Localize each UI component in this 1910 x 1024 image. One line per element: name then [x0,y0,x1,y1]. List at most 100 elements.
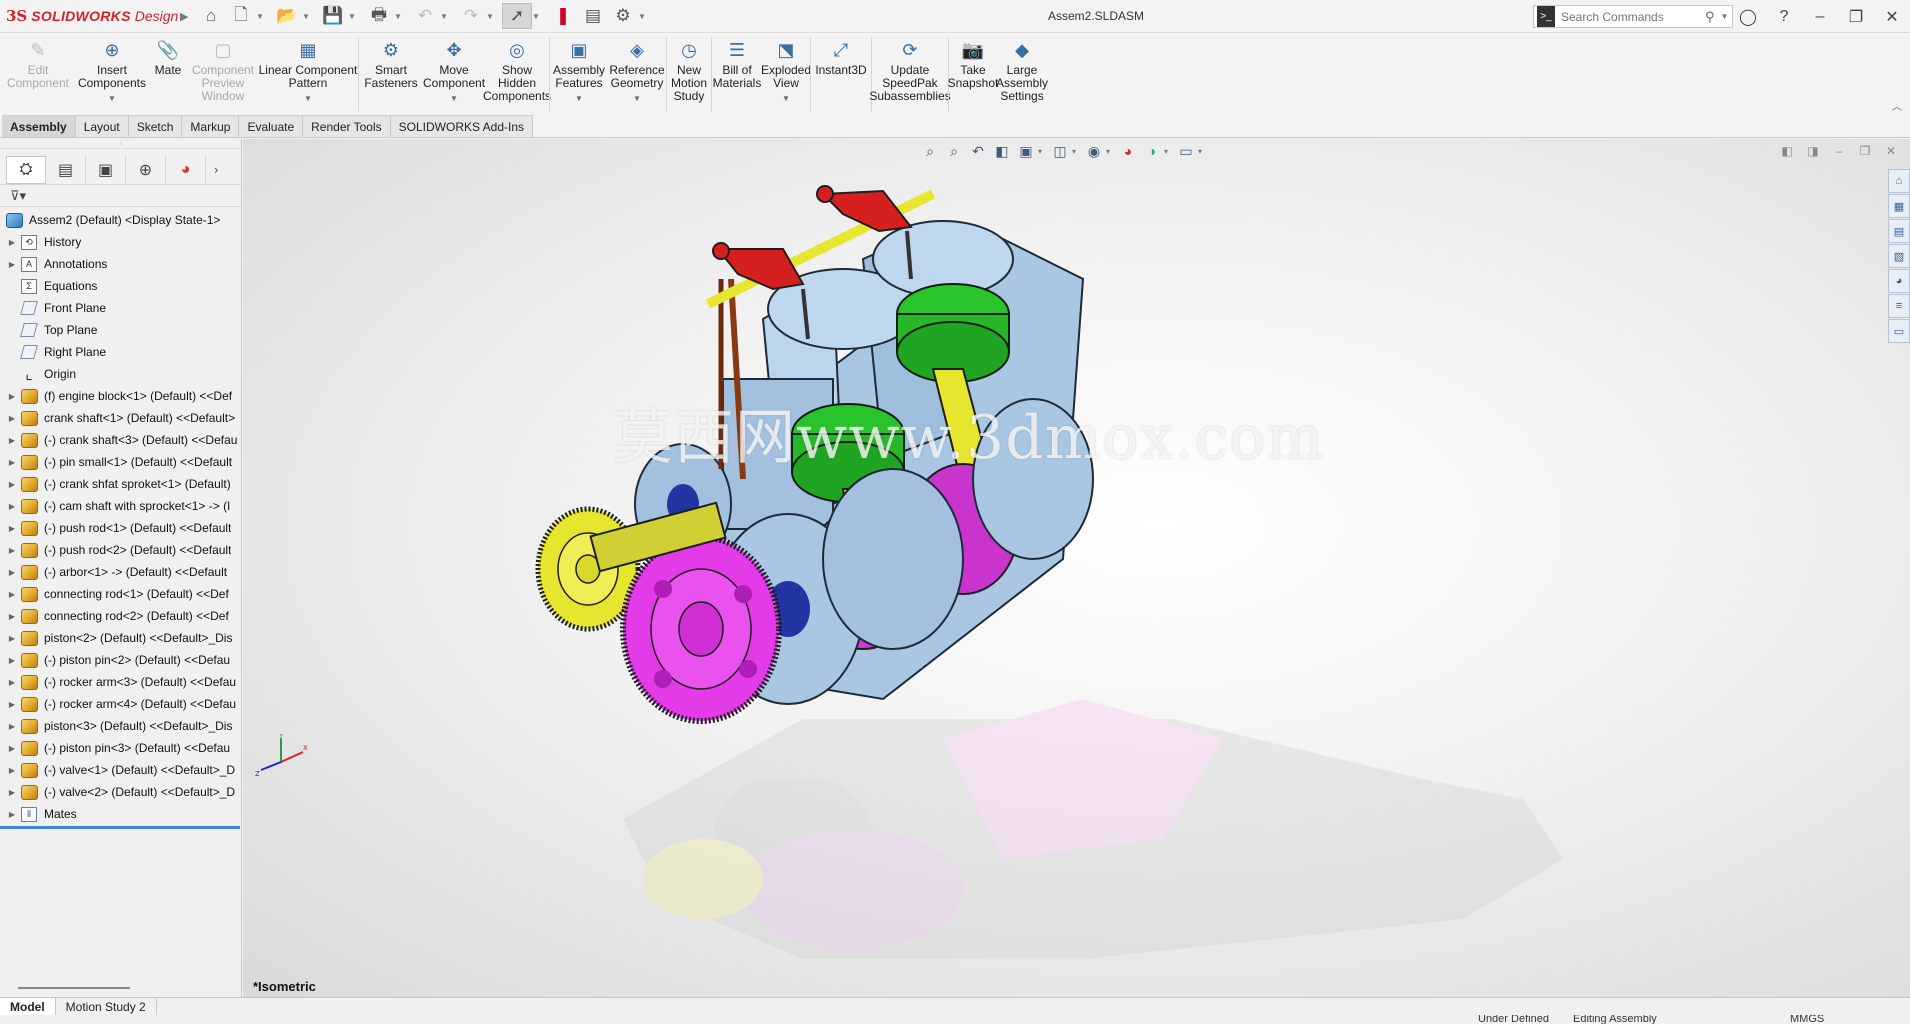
rocker-arm-4[interactable] [816,185,913,233]
tab-layout[interactable]: Layout [75,115,129,137]
select-pointer-icon[interactable]: ➚ [502,3,532,29]
ribbon-dropdown-arrow-icon[interactable]: ▼ [575,92,583,105]
tree-item-top-plane[interactable]: Top Plane [0,319,241,341]
previous-view-icon[interactable]: ↶ [966,140,990,162]
tree-item-component[interactable]: ▶ piston<2> (Default) <<Default>_Dis [0,627,241,649]
tree-item-component[interactable]: ▶ (-) arbor<1> -> (Default) <<Default [0,561,241,583]
undo-dropdown-icon[interactable]: ▼ [440,12,450,21]
ribbon-dropdown-arrow-icon[interactable]: ▼ [782,92,790,105]
expand-arrow-icon[interactable]: ▶ [5,260,19,269]
ribbon-button-11[interactable]: ☰ Bill of Materials [712,33,762,115]
tree-item-component[interactable]: ▶ (-) piston pin<3> (Default) <<Defau [0,737,241,759]
ribbon-button-8[interactable]: ▣ Assembly Features ▼ [550,33,608,115]
expand-arrow-icon[interactable]: ▶ [5,414,19,423]
tab-render-tools[interactable]: Render Tools [303,115,391,137]
tree-item-component[interactable]: ▶ (f) engine block<1> (Default) <<Def [0,385,241,407]
solidworks-forum-icon[interactable]: ▭ [1888,319,1910,343]
expand-arrow-icon[interactable]: ▶ [5,700,19,709]
design-library-icon[interactable]: ▦ [1888,194,1910,218]
tree-item-origin[interactable]: ⌞ Origin [0,363,241,385]
zoom-to-fit-icon[interactable]: ⌕ [918,140,942,162]
viewport-close-icon[interactable]: ✕ [1878,141,1904,161]
undo-icon[interactable]: ↶ [410,3,440,29]
ribbon-button-3[interactable]: ▢ Component Preview Window [188,33,258,115]
hide-show-dropdown-icon[interactable]: ▾ [1106,147,1116,156]
rocker-arm-3[interactable] [712,242,805,291]
tree-item-mates[interactable]: ▶ ⫴ Mates [0,803,241,825]
redo-dropdown-icon[interactable]: ▼ [486,12,496,21]
viewport-minimize-icon[interactable]: – [1826,141,1852,161]
dimxpert-manager-tab-icon[interactable]: ⊕ [126,155,166,184]
tab-sketch[interactable]: Sketch [128,115,183,137]
custom-properties-icon[interactable]: ≡ [1888,294,1910,318]
open-icon[interactable]: 📂 [272,3,302,29]
save-icon[interactable]: 💾 [318,3,348,29]
tree-rollback-bar[interactable] [0,826,240,829]
dynamic-annotation-view-icon[interactable]: ▣ [1014,140,1038,162]
tree-item-component[interactable]: ▶ (-) valve<1> (Default) <<Default>_D [0,759,241,781]
ribbon-button-7[interactable]: ◎ Show Hidden Components [483,33,551,115]
file-properties-icon[interactable]: ▤ [578,3,608,29]
close-icon[interactable]: ✕ [1874,0,1910,33]
expand-arrow-icon[interactable]: ▶ [5,722,19,731]
file-explorer-icon[interactable]: ▤ [1888,219,1910,243]
ribbon-dropdown-arrow-icon[interactable]: ▼ [304,92,312,105]
view-settings-icon[interactable]: ▭ [1174,140,1198,162]
apply-scene-icon[interactable]: ◑ [1140,140,1164,162]
expand-arrow-icon[interactable]: ▶ [5,788,19,797]
ribbon-button-4[interactable]: ▦ Linear Component Pattern ▼ [258,33,358,115]
edit-appearance-icon[interactable]: ◕ [1116,140,1140,162]
tab-solidworks-add-ins[interactable]: SOLIDWORKS Add-Ins [390,115,534,137]
view-palette-icon[interactable]: ▧ [1888,244,1910,268]
ribbon-dropdown-arrow-icon[interactable]: ▼ [450,92,458,105]
more-tabs-chevron-icon[interactable]: › [214,162,218,177]
search-input[interactable] [1561,9,1701,24]
expand-arrow-icon[interactable]: ▶ [5,524,19,533]
feature-manager-tab-icon[interactable]: ⛭ [6,155,46,184]
scene-dropdown-icon[interactable]: ▾ [1164,147,1174,156]
tree-item-component[interactable]: ▶ connecting rod<1> (Default) <<Def [0,583,241,605]
engine-assembly-model[interactable] [243,139,1910,997]
ribbon-button-5[interactable]: ⚙ Smart Fasteners [359,33,423,115]
ribbon-button-1[interactable]: ⊕ Insert Components ▼ [76,33,148,115]
configuration-manager-tab-icon[interactable]: ▣ [86,155,126,184]
tree-item-component[interactable]: ▶ (-) push rod<2> (Default) <<Default [0,539,241,561]
tree-item-component[interactable]: ▶ (-) rocker arm<4> (Default) <<Defau [0,693,241,715]
tree-item-front-plane[interactable]: Front Plane [0,297,241,319]
ribbon-dropdown-arrow-icon[interactable]: ▼ [108,92,116,105]
display-style-dropdown-icon[interactable]: ▾ [1072,147,1082,156]
tree-item-right-plane[interactable]: Right Plane [0,341,241,363]
tree-item-component[interactable]: ▶ (-) pin small<1> (Default) <<Default [0,451,241,473]
ribbon-button-12[interactable]: ⬔ Exploded View ▼ [761,33,811,115]
expand-arrow-icon[interactable]: ▶ [5,766,19,775]
save-dropdown-icon[interactable]: ▼ [348,12,358,21]
view-orientation-icon[interactable]: ◫ [1048,140,1072,162]
help-icon[interactable]: ? [1766,0,1802,33]
expand-arrow-icon[interactable]: ▶ [5,392,19,401]
expand-arrow-icon[interactable]: ▶ [5,546,19,555]
search-icon[interactable]: ⚲ [1705,9,1715,25]
expand-arrow-icon[interactable]: ▶ [5,590,19,599]
search-commands-box[interactable]: >_ ⚲ ▼ [1533,5,1733,28]
expand-arrow-icon[interactable]: ▶ [5,436,19,445]
piston-3[interactable] [896,283,1010,383]
tree-item-component[interactable]: ▶ (-) rocker arm<3> (Default) <<Defau [0,671,241,693]
expand-arrow-icon[interactable]: ▶ [5,458,19,467]
hide-show-items-icon[interactable]: ◉ [1082,140,1106,162]
tree-item-component[interactable]: ▶ connecting rod<2> (Default) <<Def [0,605,241,627]
crank-gear-magenta[interactable] [620,534,782,724]
tree-item-component[interactable]: ▶ (-) cam shaft with sprocket<1> -> (I [0,495,241,517]
expand-arrow-icon[interactable]: ▶ [5,568,19,577]
tree-item-component[interactable]: ▶ (-) valve<2> (Default) <<Default>_D [0,781,241,803]
tab-assembly[interactable]: Assembly [2,115,76,137]
redo-icon[interactable]: ↷ [456,3,486,29]
print-dropdown-icon[interactable]: ▼ [394,12,404,21]
logo-menu-arrow-icon[interactable]: ▶ [180,10,196,23]
new-dropdown-icon[interactable]: ▼ [256,12,266,21]
ribbon-button-15[interactable]: 📷 Take Snapshot [948,33,999,115]
tile-left-icon[interactable]: ◧ [1774,141,1800,161]
tree-item-component[interactable]: ▶ (-) crank shfat sproket<1> (Default) [0,473,241,495]
unit-system[interactable]: MMGS [1790,1015,1824,1024]
tree-item-component[interactable]: ▶ piston<3> (Default) <<Default>_Dis [0,715,241,737]
tree-item-component[interactable]: ▶ (-) piston pin<2> (Default) <<Defau [0,649,241,671]
